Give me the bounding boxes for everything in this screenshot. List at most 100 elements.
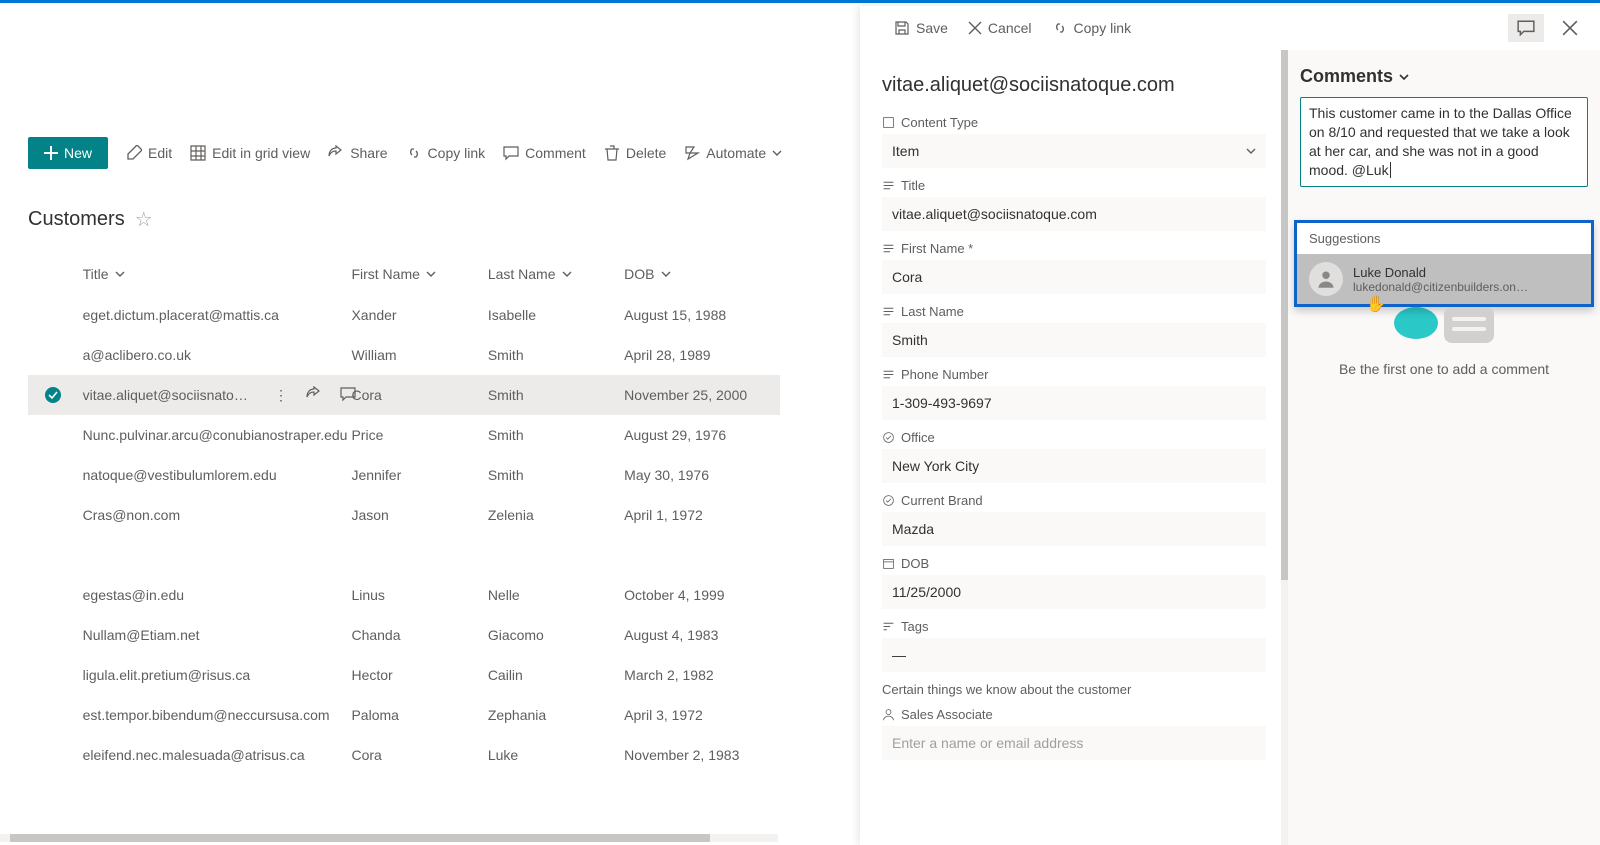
form-section-text: Certain things we know about the custome… (882, 682, 1266, 697)
table-row[interactable]: ↗a@aclibero.co.ukWilliamSmithApril 28, 1… (28, 335, 780, 375)
comments-header[interactable]: Comments (1300, 66, 1588, 87)
pane-copylink-button[interactable]: Copy link (1052, 20, 1132, 36)
flow-icon (684, 145, 700, 161)
pane-save-button[interactable]: Save (894, 20, 948, 36)
field-title: Title vitae.aliquet@sociisnatoque.com (882, 178, 1266, 231)
suggestion-item[interactable]: Luke Donald lukedonald@citizenbuilders.o… (1297, 254, 1591, 304)
person-icon (1316, 269, 1336, 289)
field-label: Tags (882, 619, 1266, 634)
copylink-label: Copy link (428, 145, 486, 161)
content-type-select[interactable]: Item (882, 134, 1266, 168)
scrollbar-thumb[interactable] (1281, 50, 1288, 580)
corner-indicator-icon: ↗ (79, 587, 81, 596)
cell-title[interactable]: ↗Cras@non.com (79, 507, 352, 523)
scrollbar-thumb[interactable] (10, 834, 710, 842)
cell-title[interactable]: ↗Nunc.pulvinar.arcu@conubianostraper.edu (79, 427, 352, 443)
cell-title[interactable]: ↗est.tempor.bibendum@neccursusa.com (79, 707, 352, 723)
cell-title[interactable]: ↗natoque@vestibulumlorem.edu (79, 467, 352, 483)
corner-indicator-icon: ↗ (79, 427, 81, 436)
comment-label: Comment (525, 145, 586, 161)
column-title[interactable]: Title (79, 266, 352, 282)
corner-indicator-icon: ↗ (79, 387, 81, 396)
corner-indicator-icon: ↗ (79, 347, 81, 356)
horizontal-scrollbar[interactable] (0, 834, 778, 842)
field-label: First Name * (882, 241, 1266, 256)
cell-dob: April 28, 1989 (624, 347, 780, 363)
brand-input[interactable]: Mazda (882, 512, 1266, 546)
table-row[interactable]: ↗Nullam@Etiam.netChandaGiacomoAugust 4, … (28, 615, 780, 655)
edit-label: Edit (148, 145, 172, 161)
cell-fn: William (351, 347, 487, 363)
cell-title[interactable]: ↗eleifend.nec.malesuada@atrisus.ca (79, 747, 352, 763)
share-inline-icon[interactable] (306, 386, 322, 405)
cell-dob: August 4, 1983 (624, 627, 780, 643)
share-button[interactable]: Share (328, 145, 387, 161)
chevron-down-icon (661, 269, 671, 279)
table-row[interactable]: ↗eleifend.nec.malesuada@atrisus.caCoraLu… (28, 735, 780, 775)
cell-fn: Price (351, 427, 487, 443)
comment-inline-icon[interactable] (340, 386, 356, 405)
table-row[interactable]: ↗natoque@vestibulumlorem.eduJenniferSmit… (28, 455, 780, 495)
edit-grid-label: Edit in grid view (212, 145, 310, 161)
table-row[interactable]: ↗Nunc.pulvinar.arcu@conubianostraper.edu… (28, 415, 780, 455)
cell-fn: Chanda (351, 627, 487, 643)
tags-input[interactable]: — (882, 638, 1266, 672)
cell-title[interactable]: ↗Nullam@Etiam.net (79, 627, 352, 643)
copylink-button[interactable]: Copy link (406, 145, 486, 161)
cell-title[interactable]: ↗eget.dictum.placerat@mattis.ca (79, 307, 352, 323)
table-row[interactable]: ↗Cras@non.comJasonZeleniaApril 1, 1972 (28, 495, 780, 535)
new-button[interactable]: New (28, 137, 108, 169)
field-label: Current Brand (882, 493, 1266, 508)
column-first-name[interactable]: First Name (351, 266, 487, 282)
cell-fn: Jason (351, 507, 487, 523)
table-row[interactable]: ↗eget.dictum.placerat@mattis.caXanderIsa… (28, 295, 780, 335)
cell-ln: Zelenia (488, 507, 624, 523)
form-scrollbar[interactable] (1281, 50, 1288, 845)
column-dob[interactable]: DOB (624, 266, 780, 282)
cell-fn: Jennifer (351, 467, 487, 483)
choice-icon (882, 494, 895, 507)
dob-input[interactable]: 11/25/2000 (882, 575, 1266, 609)
chevron-down-icon (115, 269, 125, 279)
comment-button[interactable]: Comment (503, 145, 586, 161)
cell-title[interactable]: ↗a@aclibero.co.uk (79, 347, 352, 363)
field-brand: Current Brand Mazda (882, 493, 1266, 546)
close-pane-button[interactable] (1552, 14, 1588, 42)
field-label: Phone Number (882, 367, 1266, 382)
corner-indicator-icon: ↗ (79, 467, 81, 476)
pane-toolbar-right (1508, 14, 1588, 42)
pencil-icon (126, 145, 142, 161)
comments-toggle-button[interactable] (1508, 14, 1544, 42)
table-row[interactable]: ↗egestas@in.eduLinusNelleOctober 4, 1999 (28, 575, 780, 615)
more-actions-icon[interactable]: ⋮ (274, 387, 288, 404)
cell-title[interactable]: ↗ligula.elit.pretium@risus.ca (79, 667, 352, 683)
table-row[interactable]: ↗vitae.aliquet@sociisnato…⋮CoraSmithNove… (28, 375, 780, 415)
last-name-input[interactable]: Smith (882, 323, 1266, 357)
field-label: Last Name (882, 304, 1266, 319)
favorite-star-icon[interactable]: ☆ (135, 207, 153, 232)
first-name-input[interactable]: Cora (882, 260, 1266, 294)
table-row[interactable]: ↗ligula.elit.pretium@risus.caHectorCaili… (28, 655, 780, 695)
text-icon (882, 305, 895, 318)
link-icon (406, 145, 422, 161)
details-pane: Save Cancel Copy link (860, 6, 1600, 845)
title-input[interactable]: vitae.aliquet@sociisnatoque.com (882, 197, 1266, 231)
phone-input[interactable]: 1-309-493-9697 (882, 386, 1266, 420)
field-label: DOB (882, 556, 1266, 571)
pane-cancel-button[interactable]: Cancel (968, 20, 1032, 36)
edit-grid-button[interactable]: Edit in grid view (190, 145, 310, 161)
cell-ln: Isabelle (488, 307, 624, 323)
new-label: New (64, 145, 92, 161)
office-input[interactable]: New York City (882, 449, 1266, 483)
comments-empty-state: Be the first one to add a comment (1300, 307, 1588, 377)
delete-button[interactable]: Delete (604, 145, 666, 161)
cell-title[interactable]: ↗egestas@in.edu (79, 587, 352, 603)
table-row[interactable]: ↗est.tempor.bibendum@neccursusa.comPalom… (28, 695, 780, 735)
row-select[interactable] (28, 387, 79, 403)
cell-ln: Smith (488, 467, 624, 483)
column-last-name[interactable]: Last Name (488, 266, 624, 282)
sales-associate-input[interactable]: Enter a name or email address (882, 726, 1266, 760)
edit-button[interactable]: Edit (126, 145, 172, 161)
comment-textarea[interactable]: This customer came in to the Dallas Offi… (1300, 97, 1588, 187)
automate-button[interactable]: Automate (684, 145, 782, 161)
